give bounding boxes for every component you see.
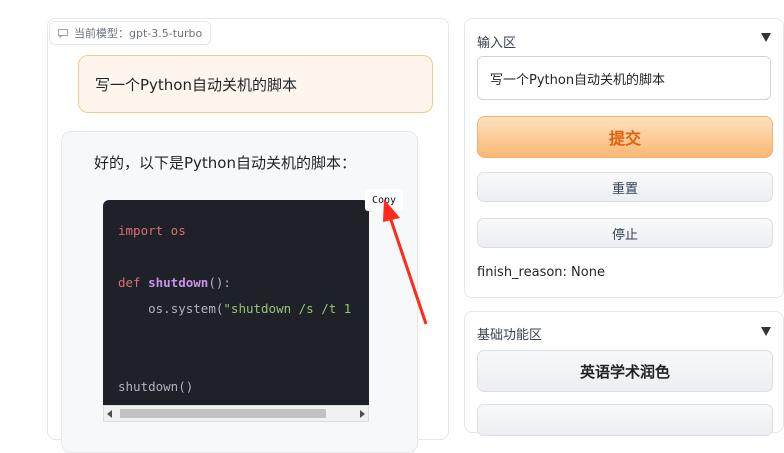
- code-line-import: import os: [118, 223, 186, 238]
- submit-button[interactable]: 提交: [477, 116, 773, 158]
- code-string: "shutdown /s /t 1: [223, 301, 352, 316]
- annotation-arrow-icon: [383, 199, 428, 325]
- code-os-object: os: [148, 301, 164, 316]
- chat-bubble-icon: [58, 28, 68, 38]
- function-button-partial[interactable]: [477, 404, 773, 436]
- code-line-call: shutdown(): [118, 379, 194, 394]
- collapse-triangle-icon[interactable]: [761, 327, 771, 336]
- finish-reason-text: finish_reason: None: [477, 265, 605, 280]
- code-keyword-def: def: [118, 275, 141, 290]
- code-horizontal-scrollbar[interactable]: [103, 405, 369, 422]
- basic-functions-title: 基础功能区: [477, 328, 543, 343]
- reset-button[interactable]: 重置: [477, 172, 773, 202]
- model-label: 当前模型：gpt-3.5-turbo: [74, 27, 203, 40]
- scroll-thumb[interactable]: [120, 409, 326, 418]
- user-message-text: 写一个Python自动关机的脚本: [95, 75, 297, 94]
- prompt-input[interactable]: 写一个Python自动关机的脚本: [477, 56, 771, 100]
- input-area-title: 输入区: [477, 36, 517, 51]
- code-parens: ():: [208, 275, 231, 290]
- code-system-call: .system(: [163, 301, 224, 316]
- bot-message-text: 好的，以下是Python自动关机的脚本：: [94, 154, 356, 172]
- academic-english-polish-button[interactable]: 英语学术润色: [477, 350, 773, 392]
- collapse-triangle-icon[interactable]: [761, 33, 771, 42]
- user-message: 写一个Python自动关机的脚本: [78, 55, 433, 113]
- code-block: import os def shutdown(): os.system("shu…: [103, 200, 369, 405]
- prompt-input-value: 写一个Python自动关机的脚本: [490, 72, 666, 88]
- basic-functions-panel: 基础功能区 英语学术润色: [464, 311, 784, 436]
- input-area-panel: 输入区 写一个Python自动关机的脚本 提交 重置 停止 finish_rea…: [464, 18, 784, 298]
- model-badge: 当前模型：gpt-3.5-turbo: [49, 21, 212, 45]
- code-function-name: shutdown: [148, 275, 209, 290]
- code-lines: import os def shutdown(): os.system("shu…: [118, 218, 351, 400]
- bot-message: 好的，以下是Python自动关机的脚本： import os def shutd…: [61, 131, 418, 453]
- stop-button[interactable]: 停止: [477, 218, 773, 248]
- scroll-left-arrow-icon[interactable]: [107, 410, 112, 418]
- scroll-right-arrow-icon[interactable]: [360, 410, 365, 418]
